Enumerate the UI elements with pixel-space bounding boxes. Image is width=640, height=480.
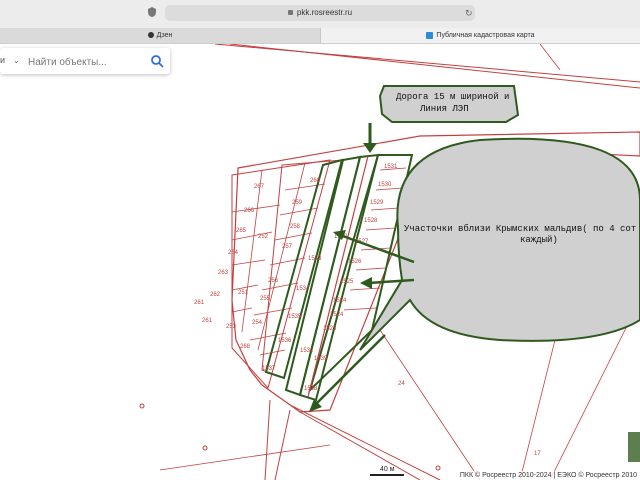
parcel-label: 265 <box>236 228 247 234</box>
parcel-label: 263 <box>218 270 229 276</box>
parcel-label: 1537 <box>262 366 276 372</box>
search-box: и ⌄ <box>0 48 170 74</box>
parcel-label: 1523 <box>323 326 337 332</box>
parcel-label: 1525 <box>340 279 354 285</box>
arrow-head <box>363 143 377 153</box>
parcel-label: 1531 <box>384 164 398 170</box>
parcel-label: 264 <box>228 250 239 256</box>
point-marker <box>202 445 208 451</box>
parcel-label: 259 <box>292 200 303 206</box>
parcel-label: 251 <box>238 290 249 296</box>
basemap-switcher[interactable] <box>628 432 640 462</box>
parcel-label: 1536 <box>278 338 292 344</box>
boundary-line <box>289 404 441 480</box>
tab-bar: Дзен Публичная кадастровая карта <box>0 28 640 44</box>
tab-cadastral-map-label: Публичная кадастровая карта <box>436 32 535 39</box>
parcel-label: 253 <box>226 324 237 330</box>
parcel-divider <box>370 207 400 211</box>
scale-label: 40 м <box>380 466 395 473</box>
map-attribution: ПКК © Росреестр 2010-2024 | ЕЭКО © Росре… <box>456 471 640 480</box>
parcel-label: 252 <box>258 234 269 240</box>
boundary-line <box>299 411 421 480</box>
parcel-label: 1524 <box>330 312 344 318</box>
road-callout-line: Линия ЛЭП <box>419 104 469 114</box>
parcel-divider <box>343 307 377 311</box>
parcel-label: 1532 <box>300 348 314 354</box>
shield-icon[interactable] <box>148 7 156 17</box>
parcel-divider <box>365 227 396 231</box>
url-text: pkk.rosreestr.ru <box>296 8 353 17</box>
dzen-icon <box>147 32 154 39</box>
parcel-divider <box>231 204 281 213</box>
parcel-divider <box>279 207 319 216</box>
tab-dzen-label: Дзен <box>156 32 173 39</box>
parcel-label: 267 <box>254 184 265 190</box>
browser-toolbar: pkk.rosreestr.ru ↻ <box>0 0 640 29</box>
road-callout-line: Дорога 15 м шириной и <box>396 92 509 102</box>
plots-callout-line: каждый) <box>520 235 558 245</box>
parcel-label: 1530 <box>378 182 392 188</box>
boundary-line <box>159 444 331 471</box>
plots-arrow <box>314 334 386 406</box>
parcel-divider <box>284 183 326 191</box>
map-canvas[interactable]: 1531 1530 1529 1528 1527 1526 1525 1524 … <box>0 44 640 480</box>
tab-dzen[interactable]: Дзен <box>0 28 321 43</box>
search-prefix: и <box>0 55 6 65</box>
parcel-label: 257 <box>282 244 293 250</box>
parcel-label: 1524 <box>333 298 347 304</box>
search-input[interactable] <box>26 52 148 72</box>
parcel-label: 17 <box>534 451 541 457</box>
parcel-divider <box>231 307 253 313</box>
parcel-label: 1539 <box>314 356 328 362</box>
parcel-label: 1534 <box>296 286 310 292</box>
arrow-head <box>360 277 372 289</box>
parcel-divider <box>261 282 299 291</box>
parcel-label: 1529 <box>370 200 384 206</box>
reload-icon[interactable]: ↻ <box>465 5 473 21</box>
parcel-label: 261 <box>202 318 213 324</box>
parcel-label: 1526 <box>348 259 362 265</box>
scale-bar <box>370 474 404 476</box>
boundary-line <box>229 44 640 89</box>
cadastral-map[interactable]: 1531 1530 1529 1528 1527 1526 1525 1524 … <box>0 44 640 480</box>
parcel-divider <box>349 287 381 291</box>
parcel-label: 256 <box>268 278 279 284</box>
boundary-line <box>539 44 561 71</box>
parcel-label: 1535 <box>288 314 302 320</box>
plots-callout <box>359 137 640 351</box>
parcel-label: 1528 <box>364 218 378 224</box>
parcel-label: 255 <box>260 296 271 302</box>
parcel-divider <box>269 257 306 266</box>
parcel-label: 266 <box>244 208 255 214</box>
parcel-label: 258 <box>290 224 301 230</box>
parcel-divider <box>274 232 313 241</box>
parcel-divider <box>253 307 293 316</box>
tab-cadastral-map[interactable]: Публичная кадастровая карта <box>321 28 640 43</box>
parcel-label: 260 <box>310 178 321 184</box>
search-icon[interactable] <box>150 54 164 68</box>
plots-callout-line: Участочки вблизи Крымских мальдив( по 4 … <box>404 224 636 234</box>
point-marker <box>435 465 441 471</box>
parcel-divider <box>355 267 386 271</box>
parcel-divider <box>231 259 266 266</box>
parcel-label: 261 <box>194 300 205 306</box>
point-marker <box>139 403 145 409</box>
parcel-label: 1538 <box>304 386 318 392</box>
boundary-line <box>264 399 271 480</box>
parcel-label: 268 <box>240 344 251 350</box>
parcel-label: 1533 <box>308 256 322 262</box>
parcel-label: 262 <box>210 292 221 298</box>
lock-icon <box>287 10 293 16</box>
address-bar[interactable]: pkk.rosreestr.ru <box>165 5 475 21</box>
parcel-divider <box>375 187 404 191</box>
boundary-line <box>274 409 291 480</box>
cadastral-map-icon <box>426 31 434 39</box>
chevron-down-icon[interactable]: ⌄ <box>13 56 20 65</box>
parcel-label: 24 <box>398 381 405 387</box>
parcel-label: 254 <box>252 320 263 326</box>
parcel-divider <box>241 169 263 333</box>
